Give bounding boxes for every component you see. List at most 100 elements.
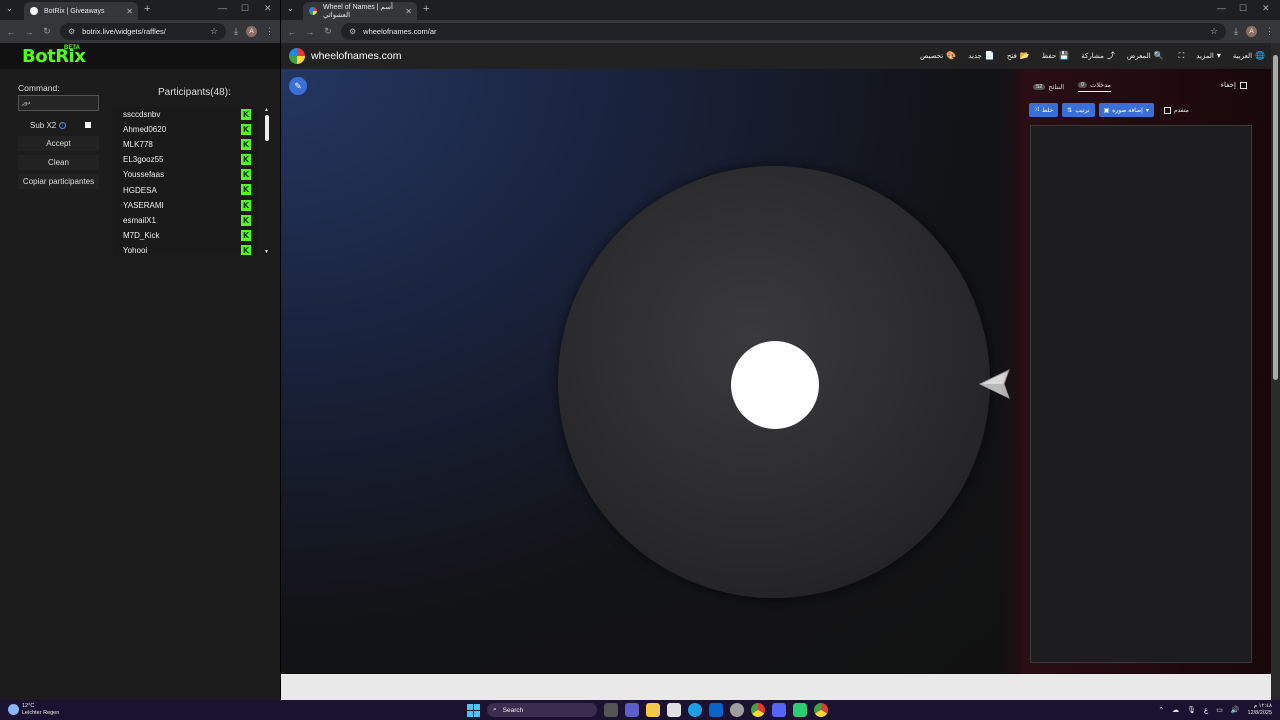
forward-icon[interactable]: → <box>305 27 315 37</box>
tab-search-icon[interactable]: ⌄ <box>6 4 13 13</box>
store-icon[interactable] <box>667 703 681 717</box>
command-input[interactable]: دور <box>18 95 99 111</box>
tab-search-icon[interactable]: ⌄ <box>287 4 294 13</box>
minimize-icon[interactable]: — <box>218 3 227 13</box>
add-image-button[interactable]: ▣ إضافة صورة ▾ <box>1098 103 1154 117</box>
weather-widget[interactable]: 12°C Leichter Regen <box>8 703 59 716</box>
entries-textarea[interactable] <box>1030 125 1252 663</box>
site-info-icon[interactable]: ⚙ <box>349 27 356 36</box>
browser-menu-icon[interactable]: ⋮ <box>265 26 274 37</box>
mail-icon[interactable] <box>709 703 723 717</box>
reload-icon[interactable]: ↻ <box>42 26 52 37</box>
forward-icon[interactable]: → <box>24 27 34 37</box>
page-scroll-thumb[interactable] <box>1273 55 1278 380</box>
file-explorer-icon[interactable] <box>646 703 660 717</box>
site-title[interactable]: wheelofnames.com <box>311 50 401 62</box>
menu-item[interactable]: 📄 جديد <box>968 50 995 61</box>
chrome-profile-icon[interactable] <box>814 703 828 717</box>
network-icon[interactable]: ▭ <box>1216 706 1223 714</box>
add-image-label: إضافة صورة <box>1112 107 1143 114</box>
tab-botrix[interactable]: BotRix | Giveaways ✕ <box>24 2 138 20</box>
advanced-toggle[interactable]: متقدم <box>1163 106 1189 114</box>
new-tab-icon[interactable]: + <box>423 3 429 15</box>
download-icon[interactable]: ⤓ <box>234 26 238 37</box>
tab-entries-count: 0 <box>1078 82 1088 88</box>
wheel-favicon-icon <box>309 7 317 15</box>
maximize-icon[interactable]: ☐ <box>1239 3 1247 14</box>
cloud-icon[interactable]: ☁ <box>1172 706 1179 714</box>
discord-icon[interactable] <box>772 703 786 717</box>
volume-icon[interactable]: 🔊 <box>1231 706 1240 714</box>
taskbar-search[interactable]: ⌕ Search <box>487 703 597 717</box>
minimize-icon[interactable]: — <box>1217 3 1226 13</box>
wheel-center-hub[interactable] <box>731 341 819 429</box>
shuffle-button[interactable]: ⤨ خلط <box>1029 103 1059 117</box>
close-window-icon[interactable]: ✕ <box>1262 3 1270 14</box>
chrome-icon[interactable] <box>751 703 765 717</box>
menu-item[interactable]: ⤴ مشاركة <box>1081 50 1115 61</box>
site-info-icon[interactable]: ⚙ <box>68 27 75 36</box>
new-tab-icon[interactable]: + <box>144 3 150 15</box>
address-bar[interactable]: ⚙ botrix.live/widgets/raffles/ ☆ <box>60 23 227 40</box>
tab-title: Wheel of Names | أسم العشوائي <box>323 4 393 19</box>
menu-item[interactable]: 🎨 تخصيص <box>920 50 956 61</box>
advanced-checkbox[interactable] <box>1163 106 1171 114</box>
sort-button[interactable]: ⇅ ترتيب <box>1062 103 1095 117</box>
back-icon[interactable]: ← <box>6 27 16 37</box>
profile-avatar[interactable]: A <box>1246 26 1257 37</box>
tab-results[interactable]: النتائج 52 <box>1033 81 1064 92</box>
hide-checkbox[interactable] <box>1240 81 1247 89</box>
sub-x2-checkbox[interactable] <box>85 122 92 128</box>
tab-results-count: 52 <box>1033 83 1046 90</box>
bookmark-star-icon[interactable]: ☆ <box>210 26 218 37</box>
settings-icon[interactable] <box>730 703 744 717</box>
clock[interactable]: ١٢:٤٨ م 12/8/2025 <box>1248 703 1272 716</box>
tab-results-label: النتائج <box>1048 83 1065 91</box>
language-icon[interactable]: ع <box>1204 706 1208 714</box>
bookmark-star-icon[interactable]: ☆ <box>1210 26 1218 37</box>
app-icon[interactable] <box>793 703 807 717</box>
profile-avatar[interactable]: A <box>246 26 257 37</box>
menu-item[interactable]: 🌐 العربية <box>1233 50 1265 61</box>
scroll-thumb[interactable] <box>265 115 269 141</box>
maximize-icon[interactable]: ☐ <box>241 3 249 14</box>
close-tab-icon[interactable]: ✕ <box>405 7 412 16</box>
wheel-stage: ✎ <box>281 69 1021 674</box>
copy-participants-button[interactable]: Copiar participantes <box>18 174 99 189</box>
participant-name: HGDESA <box>123 185 157 195</box>
browser-menu-icon[interactable]: ⋮ <box>1265 26 1274 37</box>
menu-item[interactable]: ▾ المزيد <box>1196 50 1221 61</box>
participants-scrollbar[interactable]: ▲ ▼ <box>264 107 272 255</box>
reload-icon[interactable]: ↻ <box>323 26 333 37</box>
tab-wheel-of-names[interactable]: Wheel of Names | أسم العشوائي ✕ <box>303 2 417 20</box>
scroll-down-icon[interactable]: ▼ <box>264 249 269 255</box>
page-footer <box>281 674 1271 700</box>
menu-item[interactable]: 🔍 المعرض <box>1127 50 1164 61</box>
participants-list[interactable]: ssccdsnbv K Ahmed0620 K MLK778 K EL3gooz55 K You… <box>113 107 257 255</box>
clean-button[interactable]: Clean <box>18 155 99 170</box>
task-view-icon[interactable] <box>604 703 618 717</box>
mic-icon[interactable]: 🎙 <box>1187 706 1196 714</box>
tray-overflow-icon[interactable]: ⌃ <box>1158 706 1164 714</box>
close-window-icon[interactable]: ✕ <box>264 3 272 14</box>
edge-icon[interactable] <box>688 703 702 717</box>
hide-toggle[interactable]: إخفاء <box>1221 81 1247 89</box>
scroll-up-icon[interactable]: ▲ <box>264 107 269 113</box>
info-icon[interactable]: i <box>59 121 67 129</box>
menu-item[interactable]: 💾 حفظ <box>1042 50 1069 61</box>
kick-platform-icon: K <box>241 184 251 196</box>
tab-entries[interactable]: مدخلات 0 <box>1078 81 1111 92</box>
page-scrollbar[interactable] <box>1271 43 1280 700</box>
close-tab-icon[interactable]: ✕ <box>126 7 133 16</box>
download-icon[interactable]: ⤓ <box>1234 26 1238 37</box>
copilot-icon[interactable] <box>625 703 639 717</box>
participant-row: Yohooi K <box>113 243 257 255</box>
edit-pencil-icon[interactable]: ✎ <box>289 77 307 95</box>
windows-start-icon[interactable] <box>467 703 480 717</box>
address-bar[interactable]: ⚙ wheelofnames.com/ar ☆ <box>341 23 1227 40</box>
menu-item[interactable]: 📂 فتح <box>1007 50 1030 61</box>
wheel-logo-icon[interactable] <box>289 48 305 64</box>
back-icon[interactable]: ← <box>287 27 297 37</box>
menu-item[interactable]: ⛶ <box>1176 50 1185 61</box>
accept-button[interactable]: Accept <box>18 136 99 151</box>
